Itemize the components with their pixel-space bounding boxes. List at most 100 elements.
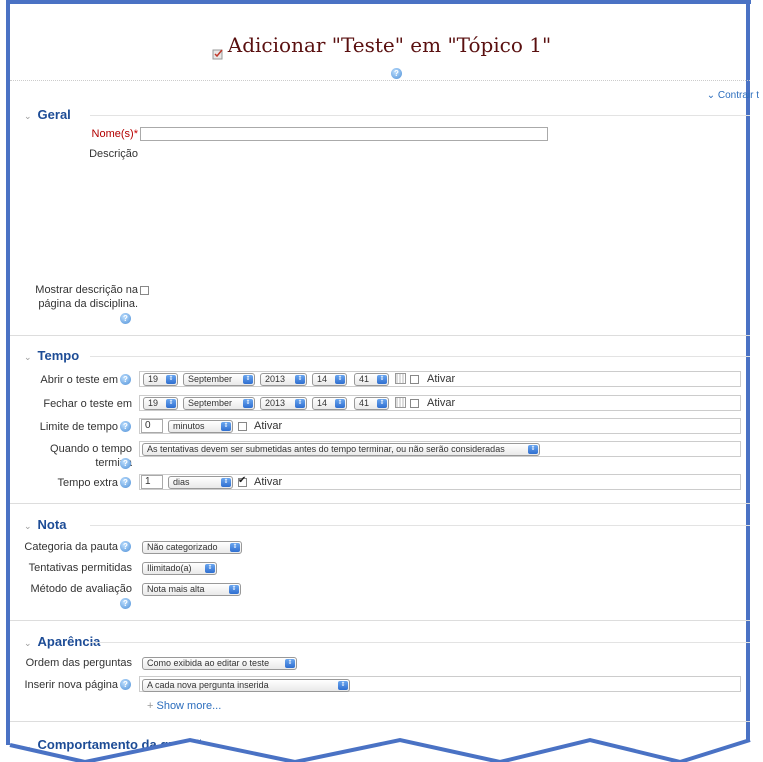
divider	[10, 80, 750, 81]
page-title-text: Adicionar "Teste" em "Tópico 1"	[227, 33, 552, 57]
metodo-label: Método de avaliação	[30, 583, 132, 595]
fechar-month-select[interactable]: September ⇕	[183, 397, 255, 410]
ativar-label: Ativar	[427, 373, 456, 385]
show-more-label: Show more...	[156, 700, 222, 712]
select-arrow-icon: ⇕	[221, 422, 231, 431]
section-divider	[10, 721, 750, 722]
section-divider	[10, 335, 750, 336]
nome-label: Nome(s)*	[20, 127, 138, 141]
section-rule	[90, 525, 750, 526]
tentativas-select[interactable]: Ilimitado(a) ⇕	[142, 562, 217, 575]
fechar-minute-select[interactable]: 41 ⇕	[354, 397, 389, 410]
select-arrow-icon: ⇕	[229, 585, 239, 594]
select-arrow-icon: ⇕	[377, 375, 387, 384]
extra-input[interactable]: 1	[141, 475, 163, 489]
categoria-label: Categoria da pauta	[24, 541, 118, 553]
help-icon[interactable]: ?	[120, 679, 131, 690]
fechar-ativar-checkbox[interactable]	[410, 399, 419, 408]
select-value: minutos	[173, 421, 205, 431]
calendar-icon[interactable]	[395, 373, 406, 384]
frame-border-left	[6, 0, 10, 745]
section-tempo-header[interactable]: ⌄ Tempo	[24, 348, 79, 363]
select-arrow-icon: ⇕	[377, 399, 387, 408]
categoria-select[interactable]: Não categorizado ⇕	[142, 541, 242, 554]
calendar-icon[interactable]	[395, 397, 406, 408]
metodo-select[interactable]: Nota mais alta ⇕	[142, 583, 241, 596]
extra-ativar-checkbox[interactable]	[238, 475, 247, 487]
ativar-label: Ativar	[254, 476, 283, 488]
chevron-down-icon: ⌄	[706, 90, 718, 101]
section-title: Tempo	[37, 348, 80, 363]
select-value: 19	[148, 374, 159, 384]
frame-border-right	[746, 0, 750, 745]
select-value: September	[188, 374, 233, 384]
section-aparencia-header[interactable]: ⌄ Aparência	[24, 634, 100, 649]
select-value: 14	[317, 374, 328, 384]
abrir-ativar-checkbox[interactable]	[410, 375, 419, 384]
chevron-down-icon: ⌄	[24, 638, 32, 648]
help-icon[interactable]: ?	[120, 541, 131, 552]
page-title: Adicionar "Teste" em "Tópico 1"	[0, 33, 763, 59]
tentativas-label: Tentativas permitidas	[28, 562, 132, 574]
extra-label: Tempo extra	[57, 477, 118, 489]
abrir-hour-select[interactable]: 14 ⇕	[312, 373, 347, 386]
fechar-label: Fechar o teste em	[43, 398, 132, 410]
collapse-all-link[interactable]: ⌄ Contrair t	[707, 90, 759, 101]
nome-label-text: Nome(s)	[91, 128, 134, 140]
section-title: Nota	[37, 517, 67, 532]
ativar-label: Ativar	[427, 397, 456, 409]
select-arrow-icon: ⇕	[338, 681, 348, 690]
select-value: 2013	[265, 398, 286, 408]
help-icon[interactable]: ?	[120, 458, 131, 469]
extra-unit-select[interactable]: dias ⇕	[168, 476, 233, 489]
section-rule	[90, 356, 750, 357]
torn-edge-decoration	[0, 737, 763, 762]
limite-ativar-checkbox[interactable]	[238, 422, 247, 431]
chevron-down-icon: ⌄	[24, 521, 32, 531]
select-arrow-icon: ⇕	[528, 445, 538, 454]
required-marker: *	[133, 128, 138, 140]
chevron-down-icon: ⌄	[24, 111, 32, 121]
moodle-form-frame: Adicionar "Teste" em "Tópico 1" ? ⌄ Cont…	[0, 0, 763, 762]
select-arrow-icon: ⇕	[285, 659, 295, 668]
help-icon[interactable]: ?	[120, 374, 131, 385]
limite-unit-select[interactable]: minutos ⇕	[168, 420, 233, 433]
mostrar-descricao-checkbox[interactable]	[140, 286, 149, 295]
fechar-hour-select[interactable]: 14 ⇕	[312, 397, 347, 410]
select-value: A cada nova pergunta inserida	[147, 680, 269, 690]
fechar-year-select[interactable]: 2013 ⇕	[260, 397, 307, 410]
quando-select[interactable]: As tentativas devem ser submetidas antes…	[142, 443, 540, 456]
ordem-label: Ordem das perguntas	[25, 657, 132, 669]
show-more-link[interactable]: + Show more...	[147, 700, 221, 712]
mostrar-label-line1: Mostrar descrição na	[35, 284, 138, 296]
select-value: 14	[317, 398, 328, 408]
abrir-month-select[interactable]: September ⇕	[183, 373, 255, 386]
select-arrow-icon: ⇕	[243, 399, 253, 408]
select-value: 2013	[265, 374, 286, 384]
abrir-day-select[interactable]: 19 ⇕	[143, 373, 178, 386]
abrir-year-select[interactable]: 2013 ⇕	[260, 373, 307, 386]
select-value: 41	[359, 374, 370, 384]
select-value: Não categorizado	[147, 542, 218, 552]
help-icon[interactable]: ?	[120, 598, 131, 609]
section-geral-header[interactable]: ⌄ Geral	[24, 107, 71, 122]
select-value: Nota mais alta	[147, 584, 205, 594]
select-arrow-icon: ⇕	[243, 375, 253, 384]
limite-input[interactable]: 0	[141, 419, 163, 433]
select-arrow-icon: ⇕	[295, 399, 305, 408]
abrir-minute-select[interactable]: 41 ⇕	[354, 373, 389, 386]
select-value: 41	[359, 398, 370, 408]
fechar-day-select[interactable]: 19 ⇕	[143, 397, 178, 410]
ordem-select[interactable]: Como exibida ao editar o teste ⇕	[142, 657, 297, 670]
quiz-icon	[212, 41, 224, 59]
mostrar-label-line2: página da disciplina.	[38, 298, 138, 310]
inserir-select[interactable]: A cada nova pergunta inserida ⇕	[142, 679, 350, 692]
section-rule	[90, 115, 750, 116]
help-icon[interactable]: ?	[120, 477, 131, 488]
help-icon[interactable]: ?	[120, 313, 131, 324]
help-icon[interactable]: ?	[391, 68, 402, 79]
section-nota-header[interactable]: ⌄ Nota	[24, 517, 66, 532]
nome-input[interactable]	[140, 127, 548, 141]
help-icon[interactable]: ?	[120, 421, 131, 432]
collapse-all-label: Contrair t	[717, 90, 759, 101]
